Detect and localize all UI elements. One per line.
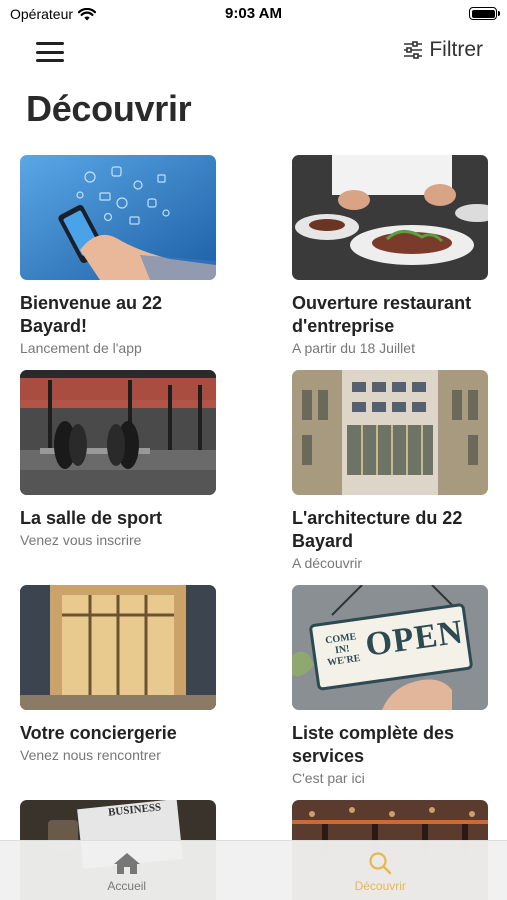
card-title: La salle de sport bbox=[20, 508, 163, 528]
card-subtitle: Lancement de l'app bbox=[20, 340, 142, 356]
page-title: Découvrir bbox=[26, 88, 192, 129]
card-title: Liste complète des services bbox=[292, 723, 455, 766]
card-image: COME IN! WE'RE OPEN bbox=[292, 585, 488, 710]
card-image bbox=[20, 370, 216, 495]
battery-icon bbox=[469, 7, 500, 20]
card-title: Bienvenue au 22 Bayard! bbox=[20, 293, 163, 336]
tab-label: Découvrir bbox=[354, 879, 406, 893]
card-subtitle: A partir du 18 Juillet bbox=[292, 340, 415, 356]
search-icon bbox=[369, 852, 392, 875]
card-architecture[interactable]: L'architecture du 22 Bayard A découvrir bbox=[292, 370, 488, 571]
tab-bar: Accueil Découvrir bbox=[0, 840, 507, 900]
filter-button[interactable]: Filtrer bbox=[403, 38, 483, 62]
tab-label: Accueil bbox=[107, 879, 147, 893]
sliders-icon bbox=[404, 41, 423, 59]
card-subtitle: Venez nous rencontrer bbox=[20, 747, 161, 763]
card-image bbox=[292, 155, 488, 280]
card-subtitle: A découvrir bbox=[292, 555, 363, 571]
tab-accueil[interactable]: Accueil bbox=[0, 841, 254, 900]
card-gym[interactable]: La salle de sport Venez vous inscrire bbox=[20, 370, 216, 548]
home-icon bbox=[113, 853, 140, 874]
status-time: 9:03 AM bbox=[225, 5, 282, 22]
card-subtitle: C'est par ici bbox=[292, 770, 365, 786]
card-image bbox=[292, 370, 488, 495]
hamburger-icon bbox=[36, 42, 64, 45]
card-title: L'architecture du 22 Bayard bbox=[292, 508, 463, 551]
card-subtitle: Venez vous inscrire bbox=[20, 532, 142, 548]
card-title: Ouverture restaurant d'entreprise bbox=[292, 293, 472, 336]
card-title: Votre conciergerie bbox=[20, 723, 177, 743]
tab-decouvrir[interactable]: Découvrir bbox=[254, 841, 507, 900]
card-image bbox=[20, 585, 216, 710]
card-restaurant[interactable]: Ouverture restaurant d'entreprise A part… bbox=[292, 155, 488, 356]
card-app-launch[interactable]: Bienvenue au 22 Bayard! Lancement de l'a… bbox=[20, 155, 216, 356]
card-conciergerie[interactable]: Votre conciergerie Venez nous rencontrer bbox=[20, 585, 216, 763]
menu-button[interactable] bbox=[36, 40, 64, 64]
card-services[interactable]: COME IN! WE'RE OPEN Liste complète des s… bbox=[292, 585, 488, 786]
card-image bbox=[20, 155, 216, 280]
filter-label: Filtrer bbox=[429, 38, 483, 61]
status-bar: Opérateur 9:03 AM bbox=[0, 0, 507, 30]
